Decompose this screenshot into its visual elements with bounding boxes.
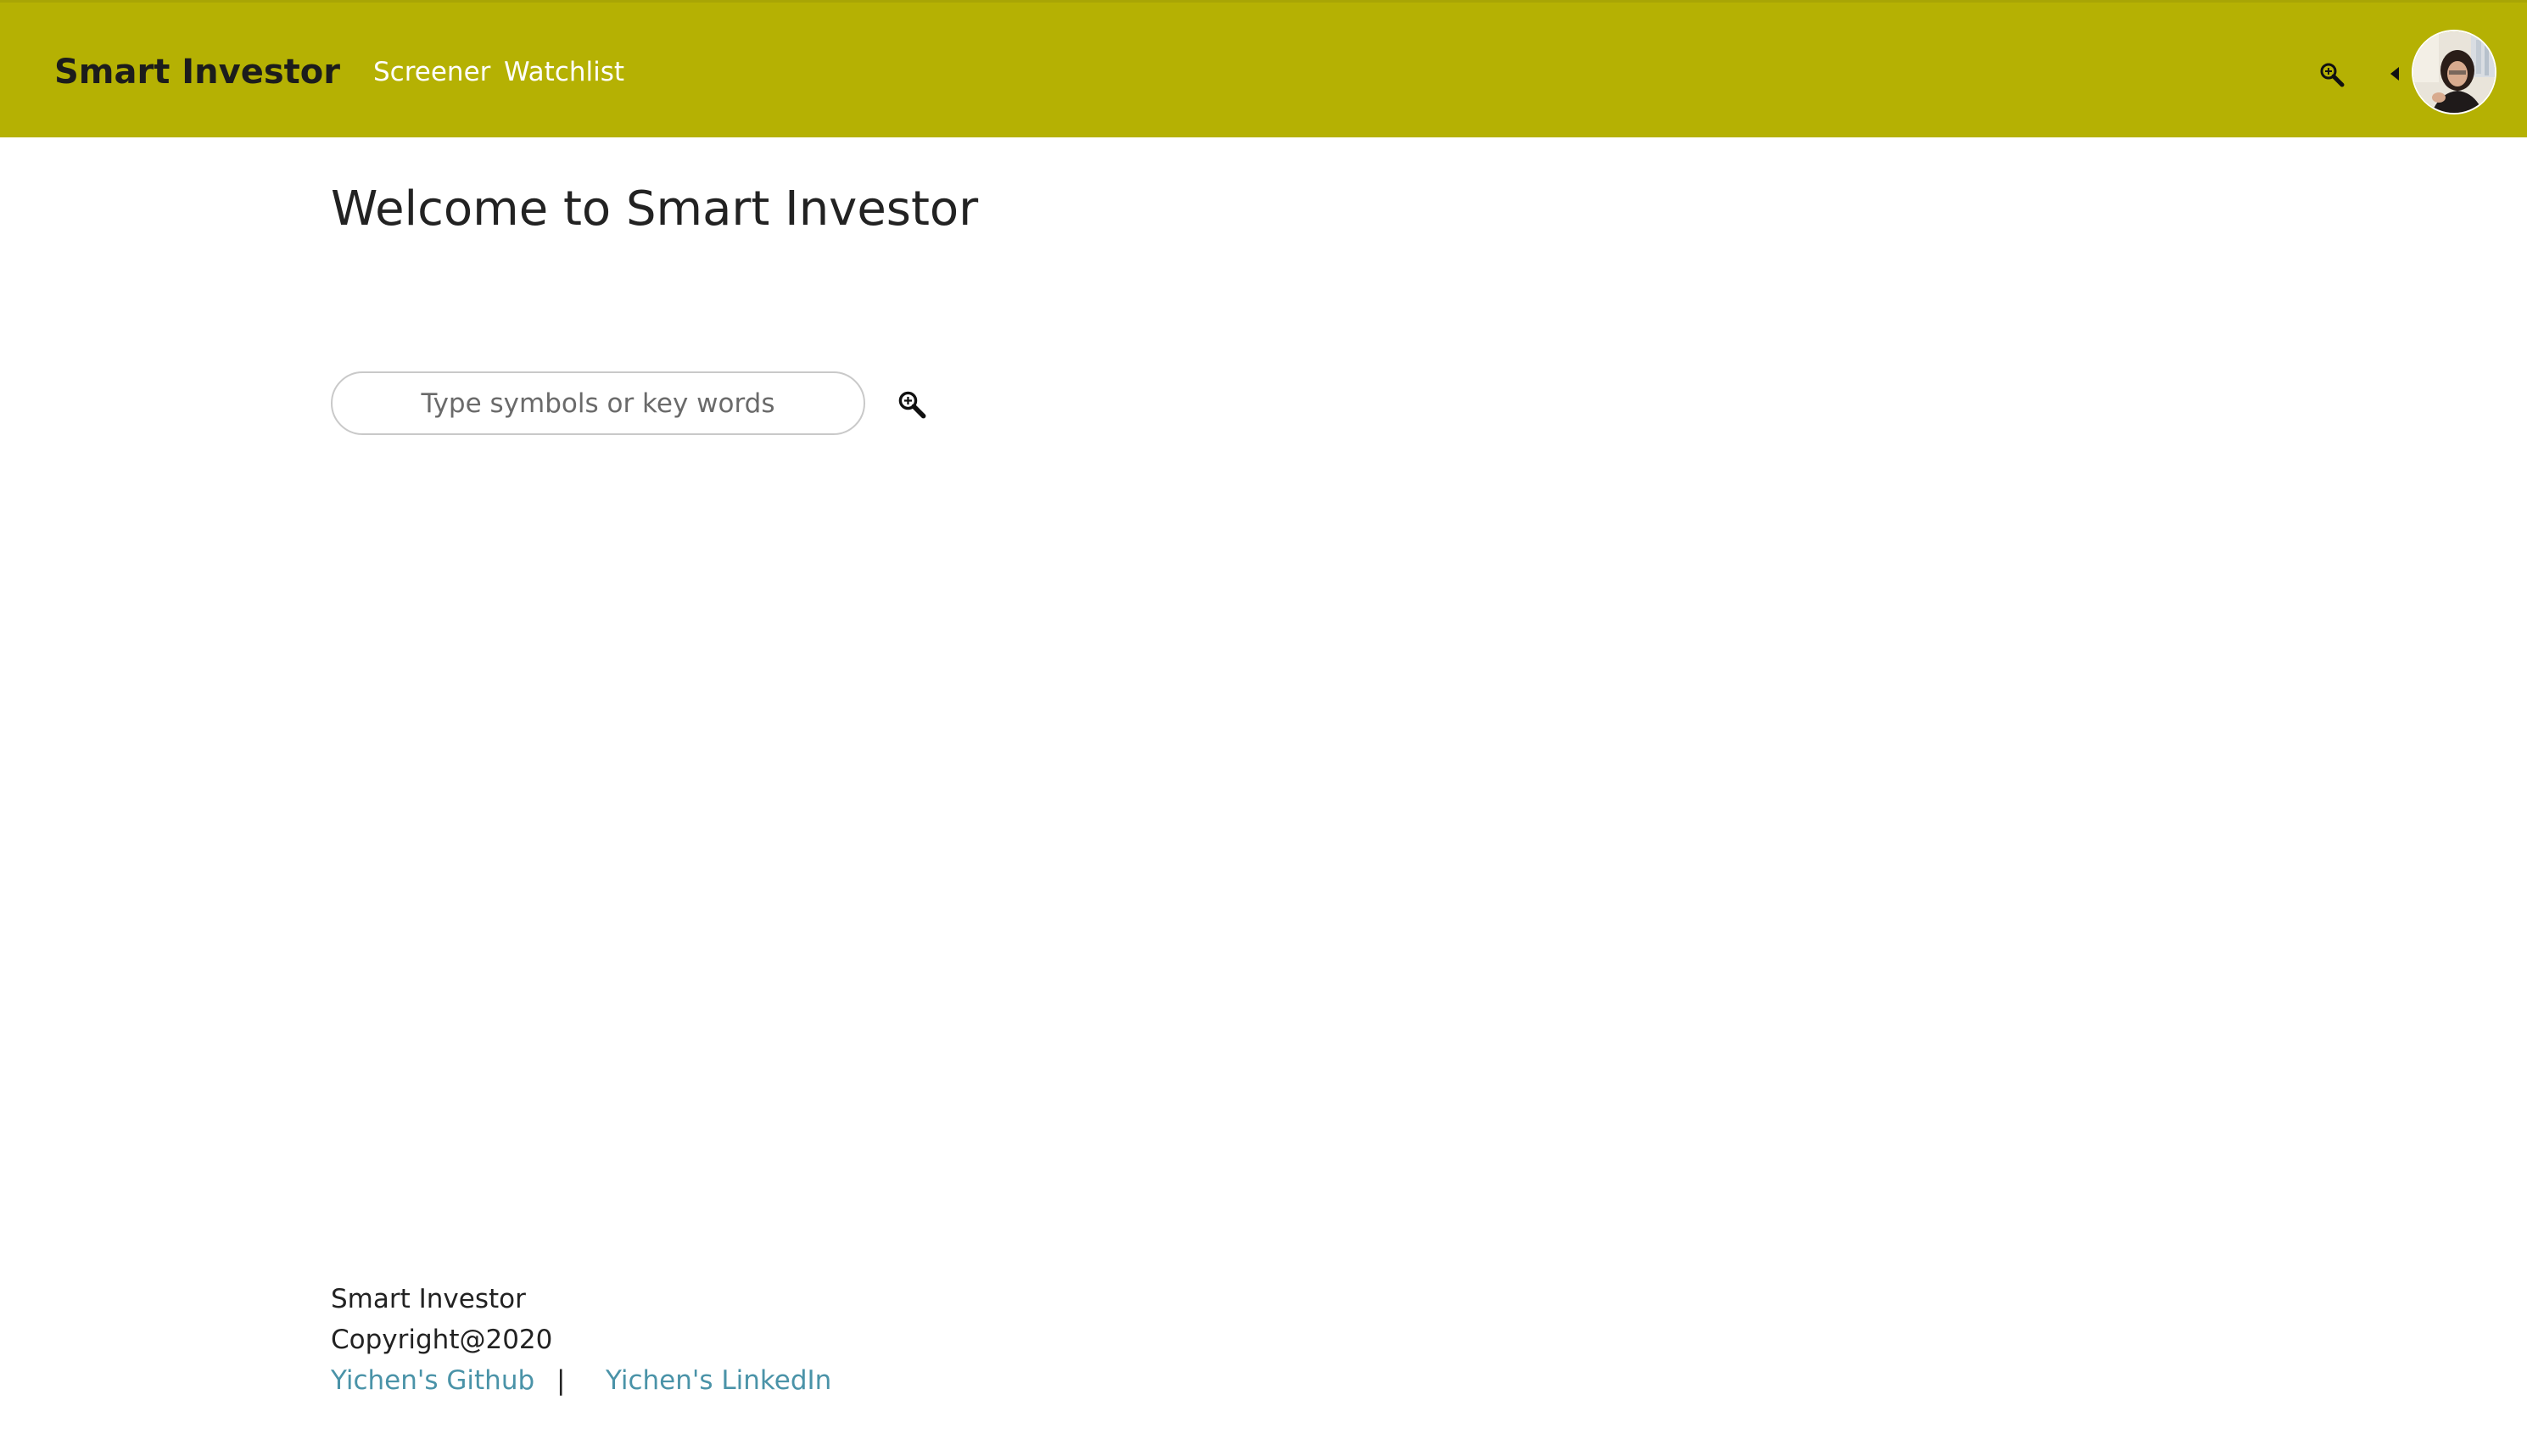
footer-copyright: Copyright@2020	[331, 1325, 553, 1355]
search-input[interactable]	[331, 371, 865, 435]
nav-watchlist[interactable]: Watchlist	[504, 55, 624, 89]
linkedin-link[interactable]: Yichen's LinkedIn	[606, 1364, 831, 1397]
search-button-icon[interactable]	[897, 390, 926, 419]
search-icon[interactable]	[2319, 62, 2345, 87]
user-avatar[interactable]	[2412, 30, 2496, 114]
top-navbar: Smart Investor Screener Watchlist	[0, 0, 2527, 137]
brand-logo[interactable]: Smart Investor	[54, 52, 340, 92]
footer-brand: Smart Investor	[331, 1284, 526, 1314]
caret-left-icon[interactable]	[2389, 65, 2399, 82]
page-title: Welcome to Smart Investor	[331, 181, 979, 237]
github-link[interactable]: Yichen's Github	[331, 1364, 534, 1397]
avatar-image	[2413, 31, 2495, 113]
footer-separator: |	[556, 1365, 566, 1396]
nav-screener[interactable]: Screener	[373, 55, 490, 89]
